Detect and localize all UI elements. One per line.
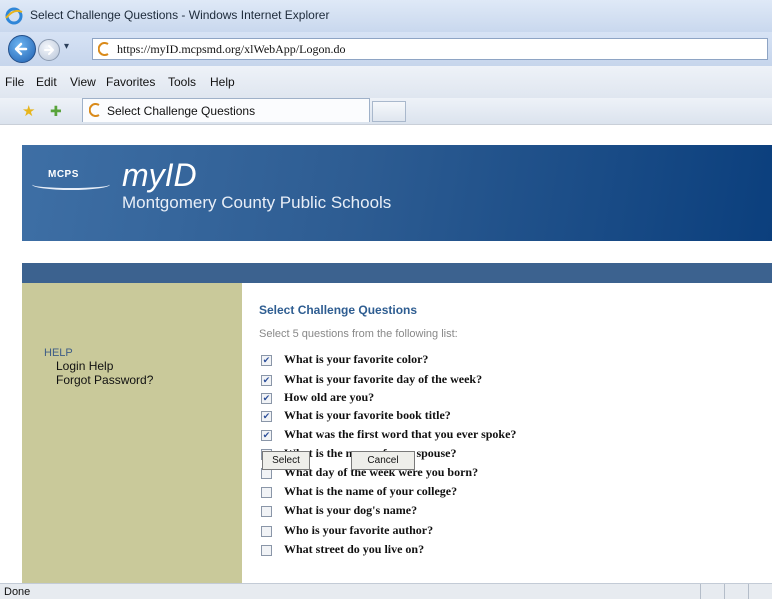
favorites-star-icon[interactable]: ★ (22, 102, 35, 120)
question-label: What is the name of your college? (284, 484, 458, 498)
question-label: Who is your favorite author? (284, 523, 434, 537)
status-pane-divider (724, 584, 725, 599)
question-label: What was the first word that you ever sp… (284, 427, 517, 441)
page-title: Select Challenge Questions (259, 303, 418, 317)
mcps-logo: MCPS (32, 169, 110, 190)
menu-edit[interactable]: Edit (36, 75, 57, 89)
question-checkbox[interactable]: ✔ (261, 393, 272, 404)
question-row[interactable]: What street do you live on? (261, 541, 761, 559)
question-label: What is your favorite color? (284, 352, 429, 366)
question-row[interactable]: ✔ What is your favorite day of the week? (261, 371, 761, 389)
org-name: Montgomery County Public Schools (122, 193, 392, 212)
site-banner: MCPS myID Montgomery County Public Schoo… (22, 145, 772, 241)
question-row[interactable]: Who is your favorite author? (261, 522, 761, 540)
menu-help[interactable]: Help (210, 75, 235, 89)
question-checkbox[interactable]: ✔ (261, 375, 272, 386)
cancel-button[interactable]: Cancel (351, 451, 415, 470)
question-label: What street do you live on? (284, 542, 425, 556)
forward-arrow-icon (44, 45, 54, 55)
window-title-bar: Select Challenge Questions - Windows Int… (0, 0, 772, 32)
history-dropdown[interactable]: ▾ (64, 41, 69, 52)
menu-bar: File Edit View Favorites Tools Help (0, 66, 772, 99)
menu-favorites[interactable]: Favorites (106, 75, 155, 89)
page-icon (89, 103, 100, 117)
status-pane-divider (748, 584, 749, 599)
back-arrow-icon (14, 42, 28, 56)
logo-text: MCPS (48, 169, 79, 180)
page-icon (98, 42, 109, 56)
new-tab-button[interactable] (372, 101, 406, 122)
status-text: Done (4, 586, 31, 598)
banner-spacer (22, 241, 772, 263)
login-help-link[interactable]: Login Help (56, 359, 113, 373)
instructions-text: Select 5 questions from the following li… (259, 328, 458, 340)
main-panel: Select Challenge Questions Select 5 ques… (242, 283, 772, 585)
question-checkbox[interactable] (261, 545, 272, 556)
address-url[interactable]: https://myID.mcpsmd.org/xlWebApp/Logon.d… (117, 42, 345, 57)
question-label: How old are you? (284, 390, 375, 404)
menu-file[interactable]: File (5, 75, 24, 89)
page-viewport: MCPS myID Montgomery County Public Schoo… (0, 124, 772, 585)
back-button[interactable] (8, 35, 36, 63)
sidebar: HELP Login Help Forgot Password? (22, 283, 242, 585)
app-name: myID (122, 157, 197, 193)
question-row[interactable]: ✔ What was the first word that you ever … (261, 426, 761, 444)
forward-button[interactable] (38, 39, 60, 61)
forgot-password-link[interactable]: Forgot Password? (56, 373, 153, 387)
tab-row: ★ ✚ Select Challenge Questions (0, 98, 772, 124)
question-checkbox[interactable] (261, 506, 272, 517)
question-checkbox[interactable]: ✔ (261, 355, 272, 366)
question-row[interactable]: What is the name of your spouse? (261, 445, 761, 463)
question-row[interactable]: ✔ What is your favorite book title? (261, 407, 761, 425)
question-label: What is your dog's name? (284, 503, 418, 517)
tab-label: Select Challenge Questions (107, 104, 256, 118)
status-bar: Done (0, 583, 772, 599)
add-favorite-icon[interactable]: ✚ (50, 103, 62, 120)
help-heading: HELP (44, 347, 73, 359)
question-label: What is your favorite day of the week? (284, 372, 483, 386)
select-button[interactable]: Select (262, 451, 310, 470)
window-title: Select Challenge Questions - Windows Int… (30, 8, 330, 22)
navigation-bar: ▾ https://myID.mcpsmd.org/xlWebApp/Logon… (0, 32, 772, 66)
menu-tools[interactable]: Tools (168, 75, 196, 89)
nav-strip (22, 263, 772, 283)
ie-logo-icon (5, 7, 23, 25)
logo-swoosh (32, 179, 110, 190)
question-checkbox[interactable]: ✔ (261, 411, 272, 422)
menu-view[interactable]: View (70, 75, 96, 89)
question-checkbox[interactable]: ✔ (261, 430, 272, 441)
question-checkbox[interactable] (261, 526, 272, 537)
tab-select-challenge-questions[interactable]: Select Challenge Questions (82, 98, 370, 122)
question-row[interactable]: ✔ What is your favorite color? (261, 351, 761, 369)
question-row[interactable]: What day of the week were you born? (261, 464, 761, 482)
question-label: What is your favorite book title? (284, 408, 451, 422)
question-row[interactable]: ✔ How old are you? (261, 389, 761, 407)
question-row[interactable]: What is the name of your college? (261, 483, 761, 501)
question-checkbox[interactable] (261, 487, 272, 498)
address-bar[interactable]: https://myID.mcpsmd.org/xlWebApp/Logon.d… (92, 38, 768, 60)
question-row[interactable]: What is your dog's name? (261, 502, 761, 520)
page-content: MCPS myID Montgomery County Public Schoo… (22, 145, 772, 585)
status-pane-divider (700, 584, 701, 599)
